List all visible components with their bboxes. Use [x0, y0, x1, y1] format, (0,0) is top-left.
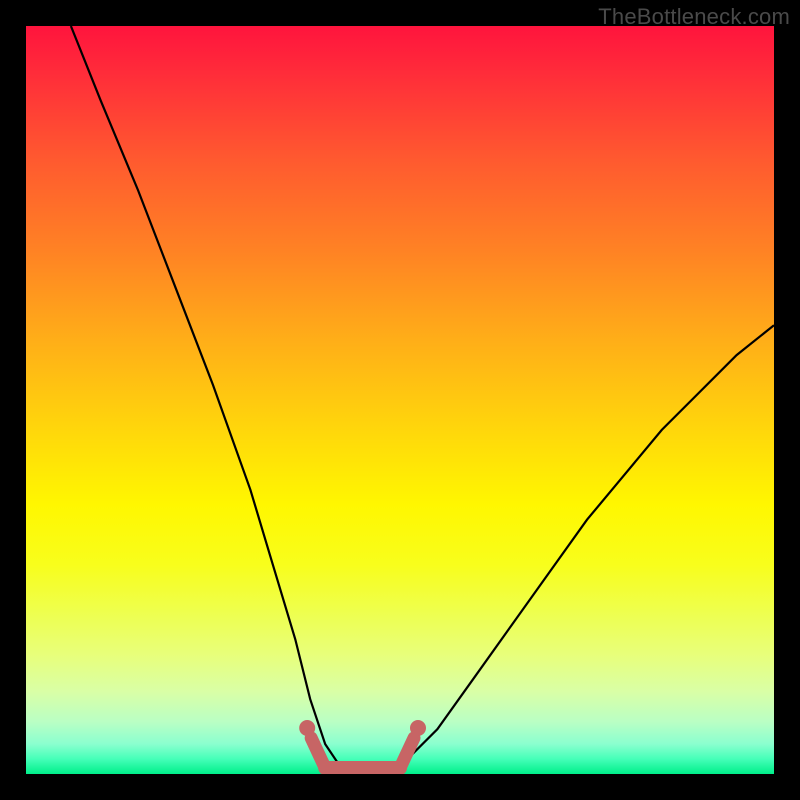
plot-area: [26, 26, 774, 774]
chart-frame: TheBottleneck.com: [0, 0, 800, 800]
bottleneck-curve: [71, 26, 774, 774]
curve-layer: [26, 26, 774, 774]
curve-path: [71, 26, 774, 774]
flat-region-marker: [299, 720, 426, 774]
attribution-text: TheBottleneck.com: [598, 4, 790, 30]
